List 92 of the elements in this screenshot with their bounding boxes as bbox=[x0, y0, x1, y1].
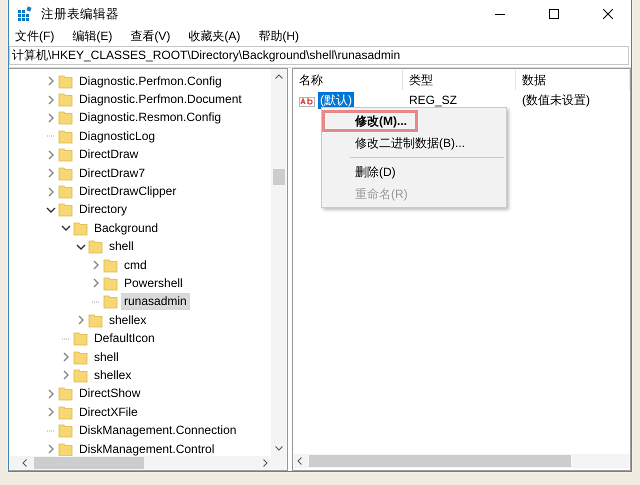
tree-item[interactable]: shell bbox=[91, 348, 122, 366]
folder-icon bbox=[58, 166, 73, 181]
folder-icon bbox=[58, 147, 73, 162]
menu-item[interactable]: 修改(M)... bbox=[322, 110, 418, 132]
menu-item[interactable]: 帮助(H) bbox=[258, 28, 299, 45]
menu-item[interactable]: 修改二进制数据(B)... bbox=[325, 132, 503, 154]
collapse-chevron-icon[interactable] bbox=[61, 223, 71, 234]
folder-icon bbox=[88, 239, 103, 254]
folder-icon bbox=[73, 368, 88, 383]
tree-item[interactable]: DirectDraw bbox=[76, 146, 142, 164]
scroll-right-icon[interactable] bbox=[263, 459, 268, 467]
expand-chevron-icon[interactable] bbox=[46, 388, 56, 399]
scroll-left-icon[interactable] bbox=[297, 457, 302, 465]
folder-icon bbox=[73, 350, 88, 365]
value-name[interactable]: (默认) bbox=[318, 92, 354, 108]
expand-chevron-icon[interactable] bbox=[91, 278, 101, 288]
folder-icon bbox=[58, 202, 73, 218]
close-icon bbox=[603, 9, 613, 19]
folder-icon bbox=[58, 386, 73, 402]
expand-chevron-icon[interactable] bbox=[46, 94, 56, 105]
tree-item[interactable]: DiagnosticLog bbox=[76, 128, 158, 145]
menu-item[interactable]: 查看(V) bbox=[130, 28, 170, 45]
tree-connector bbox=[62, 338, 70, 340]
tree-item[interactable]: DirectShow bbox=[76, 385, 144, 402]
folder-icon bbox=[58, 184, 73, 200]
folder-icon bbox=[88, 312, 103, 328]
expand-chevron-icon[interactable] bbox=[76, 315, 86, 326]
expand-chevron-icon[interactable] bbox=[46, 168, 56, 178]
expand-chevron-icon[interactable] bbox=[61, 352, 71, 362]
tree-item[interactable]: DirectDrawClipper bbox=[76, 183, 180, 200]
folder-icon bbox=[58, 74, 73, 89]
expand-chevron-icon[interactable] bbox=[46, 407, 56, 418]
scrollbar-thumb[interactable] bbox=[273, 169, 285, 185]
tree-item[interactable]: shell bbox=[106, 238, 137, 256]
menu-item[interactable]: 删除(D) bbox=[325, 161, 503, 183]
horizontal-scrollbar[interactable] bbox=[293, 454, 630, 468]
horizontal-scrollbar[interactable] bbox=[9, 456, 287, 470]
tree-item[interactable]: Background bbox=[91, 220, 162, 237]
tree-item[interactable]: Diagnostic.Resmon.Config bbox=[76, 109, 224, 126]
expand-chevron-icon[interactable] bbox=[46, 150, 56, 160]
address-bar[interactable]: 计算机\HKEY_CLASSES_ROOT\Directory\Background\shell\runasadmin bbox=[9, 46, 629, 65]
expand-chevron-icon[interactable] bbox=[46, 444, 56, 454]
folder-icon bbox=[58, 423, 73, 438]
tree-item[interactable]: DirectDraw7 bbox=[76, 164, 148, 182]
expand-chevron-icon[interactable] bbox=[61, 370, 71, 380]
tree-item[interactable]: shellex bbox=[106, 312, 150, 329]
tree-item[interactable]: DiskManagement.Control bbox=[76, 440, 218, 456]
tree-item[interactable]: Diagnostic.Perfmon.Config bbox=[76, 72, 225, 90]
scrollbar-thumb[interactable] bbox=[34, 457, 144, 469]
tree-connector bbox=[47, 135, 55, 138]
tree-connector bbox=[47, 430, 55, 432]
tree-item[interactable]: DefaultIcon bbox=[91, 330, 158, 348]
column-header[interactable]: 名称 bbox=[293, 70, 403, 90]
folder-icon bbox=[58, 92, 73, 108]
tree-item[interactable]: DiskManagement.Connection bbox=[76, 422, 240, 440]
window-title: 注册表编辑器 bbox=[41, 6, 120, 22]
expand-chevron-icon[interactable] bbox=[46, 76, 56, 86]
registry-icon bbox=[17, 6, 33, 22]
scroll-down-icon[interactable] bbox=[275, 446, 283, 451]
folder-icon bbox=[103, 276, 118, 291]
menu-item[interactable]: 文件(F) bbox=[15, 28, 54, 45]
vertical-scrollbar[interactable] bbox=[271, 69, 287, 456]
table-cell-text: REG_SZ bbox=[408, 93, 458, 107]
tree-item[interactable]: cmd bbox=[121, 256, 150, 274]
folder-icon bbox=[58, 128, 73, 144]
expand-chevron-icon[interactable] bbox=[91, 260, 101, 270]
tree-item[interactable]: Directory bbox=[76, 201, 130, 218]
column-header[interactable]: 类型 bbox=[403, 70, 516, 90]
expand-chevron-icon[interactable] bbox=[46, 186, 56, 197]
column-header[interactable]: 数据 bbox=[516, 70, 630, 90]
tree-item[interactable]: Powershell bbox=[121, 274, 186, 292]
expand-chevron-icon[interactable] bbox=[46, 112, 56, 123]
scroll-left-icon[interactable] bbox=[22, 459, 27, 467]
folder-icon bbox=[58, 404, 73, 420]
folder-icon bbox=[103, 258, 118, 273]
menu-item[interactable]: 编辑(E) bbox=[72, 28, 112, 45]
table-cell-text: (数值未设置) bbox=[521, 92, 591, 108]
maximize-icon bbox=[549, 9, 559, 19]
folder-icon bbox=[103, 294, 118, 310]
menu-item[interactable]: 收藏夹(A) bbox=[188, 28, 240, 45]
tree-item[interactable]: shellex bbox=[91, 366, 134, 384]
tree-item[interactable]: runasadmin bbox=[121, 293, 190, 310]
folder-icon bbox=[58, 110, 73, 126]
collapse-chevron-icon[interactable] bbox=[46, 204, 56, 215]
scroll-up-icon[interactable] bbox=[275, 74, 283, 79]
folder-icon bbox=[73, 331, 88, 346]
folder-icon bbox=[73, 220, 88, 236]
tree-item[interactable]: DirectXFile bbox=[76, 404, 141, 421]
tree-item[interactable]: Diagnostic.Perfmon.Document bbox=[76, 91, 245, 108]
scrollbar-thumb[interactable] bbox=[309, 455, 571, 467]
tree-connector bbox=[92, 300, 100, 303]
collapse-chevron-icon[interactable] bbox=[76, 242, 86, 252]
